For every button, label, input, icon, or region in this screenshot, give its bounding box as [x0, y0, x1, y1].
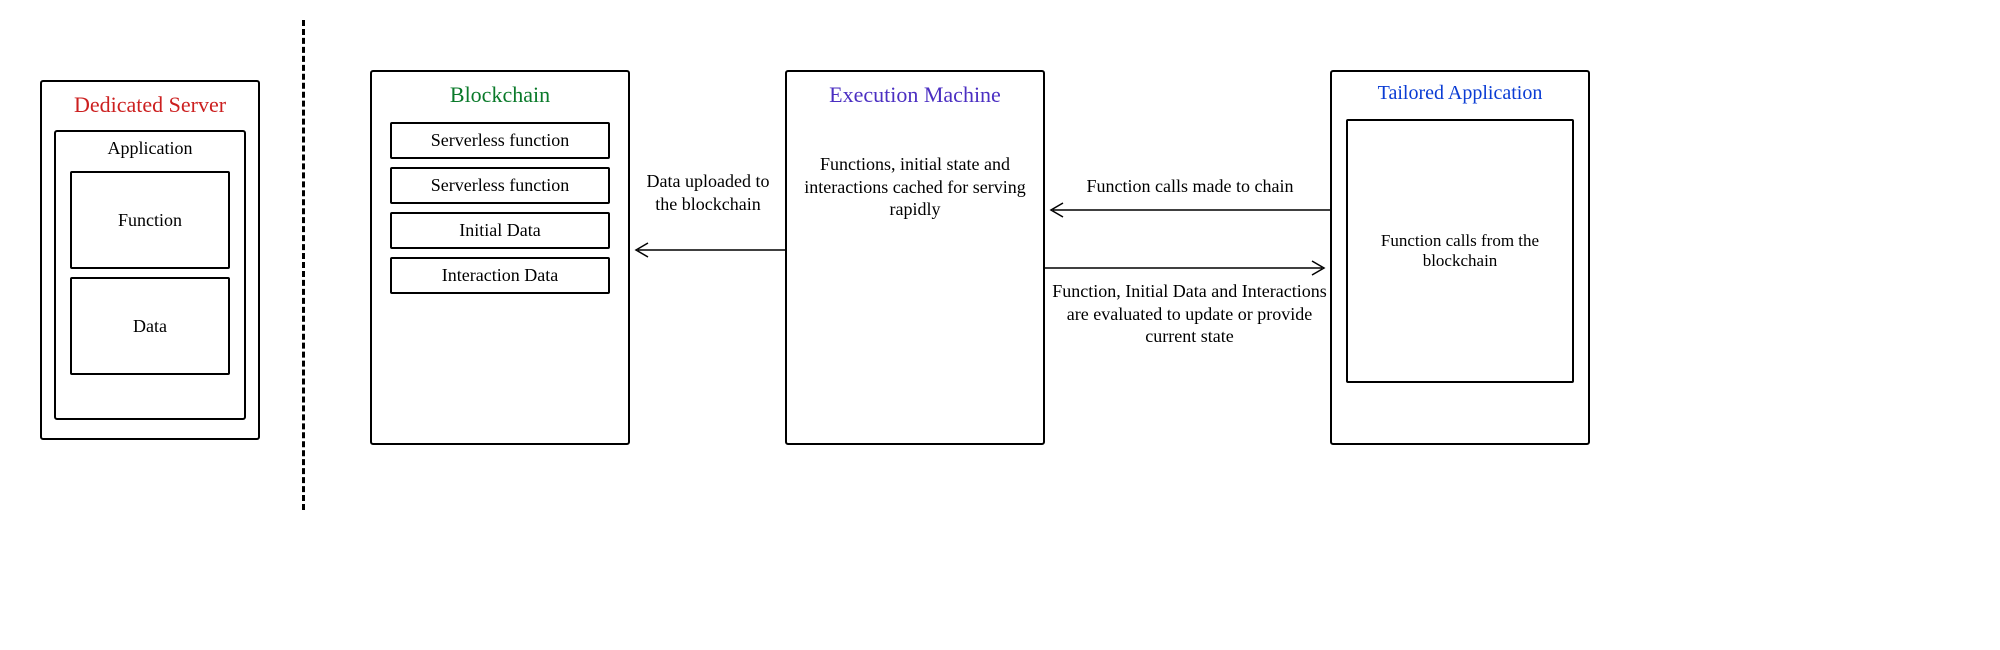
dedicated-server-title: Dedicated Server: [42, 82, 258, 124]
execution-machine-box: Execution Machine Functions, initial sta…: [785, 70, 1045, 445]
arrow-exec-to-blockchain: [630, 240, 785, 260]
arrow-label-calls-to-chain: Function calls made to chain: [1055, 175, 1325, 198]
blockchain-box: Blockchain Serverless function Serverles…: [370, 70, 630, 445]
arrow-app-to-exec: [1045, 200, 1330, 220]
vertical-divider: [302, 20, 305, 510]
blockchain-item: Interaction Data: [390, 257, 610, 294]
execution-machine-title: Execution Machine: [787, 72, 1043, 113]
arrow-label-data-uploaded: Data uploaded to the blockchain: [638, 170, 778, 215]
dedicated-server-box: Dedicated Server Application Function Da…: [40, 80, 260, 440]
tailored-app-title: Tailored Application: [1332, 72, 1588, 111]
data-box: Data: [70, 277, 230, 375]
blockchain-item: Serverless function: [390, 122, 610, 159]
arrow-label-evaluated: Function, Initial Data and Interactions …: [1052, 280, 1327, 348]
function-box: Function: [70, 171, 230, 269]
tailored-app-box: Tailored Application Function calls from…: [1330, 70, 1590, 445]
blockchain-title: Blockchain: [372, 72, 628, 114]
blockchain-item: Initial Data: [390, 212, 610, 249]
execution-machine-body: Functions, initial state and interaction…: [787, 153, 1043, 221]
application-box: Application Function Data: [54, 130, 246, 420]
blockchain-item: Serverless function: [390, 167, 610, 204]
application-label: Application: [56, 132, 244, 163]
tailored-app-body-box: Function calls from the blockchain: [1346, 119, 1574, 383]
arrow-exec-to-app: [1045, 258, 1330, 278]
